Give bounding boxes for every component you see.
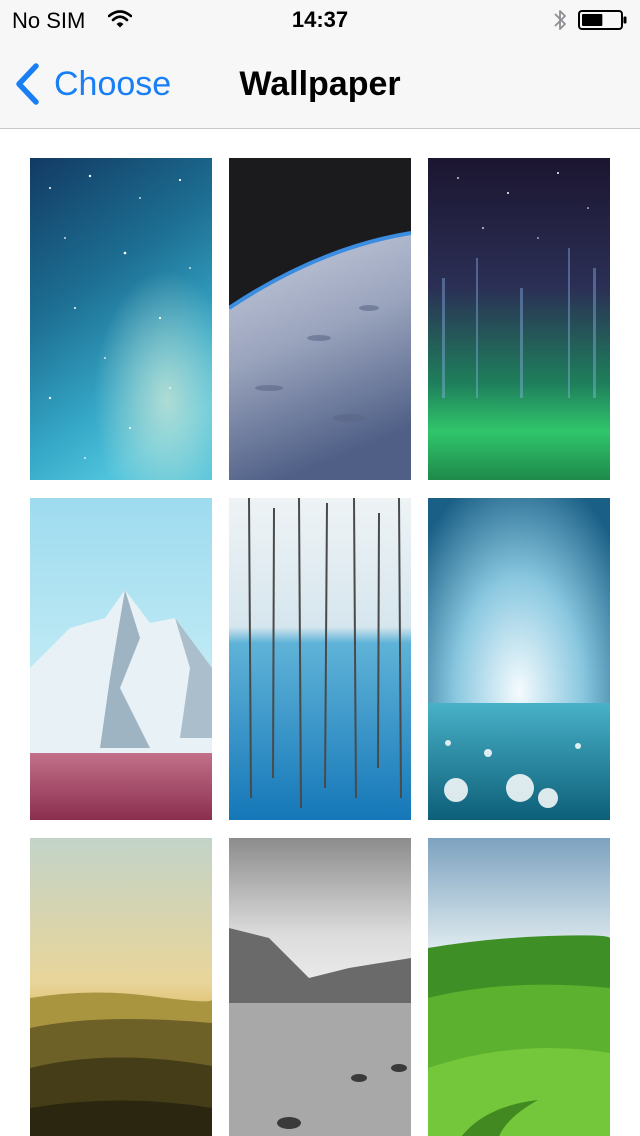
snowy-mountain-image	[30, 498, 212, 820]
status-bar: No SIM 14:37	[0, 0, 640, 40]
black-white-lake-image	[229, 838, 411, 1136]
wallpaper-thumb-ocean-bokeh[interactable]	[428, 498, 610, 820]
wallpaper-thumb-black-white-lake[interactable]	[229, 838, 411, 1136]
wallpaper-screen: No SIM 14:37 Choose Wallpaper	[0, 0, 640, 1136]
wallpaper-thumb-frozen-trees-lake[interactable]	[229, 498, 411, 820]
battery-icon	[578, 10, 627, 30]
wallpaper-thumb-green-hills[interactable]	[428, 838, 610, 1136]
green-hills-image	[428, 838, 610, 1136]
wallpaper-thumb-misty-hills-sunrise[interactable]	[30, 838, 212, 1136]
misty-hills-sunrise-image	[30, 838, 212, 1136]
page-title: Wallpaper	[239, 65, 401, 103]
wallpaper-thumb-aurora[interactable]	[428, 158, 610, 480]
frozen-trees-lake-image	[229, 498, 411, 820]
ocean-bokeh-image	[428, 498, 610, 820]
space-nebula-image	[30, 158, 212, 480]
earth-orbit-image	[229, 158, 411, 480]
aurora-image	[428, 158, 610, 480]
wallpaper-thumb-earth-orbit[interactable]	[229, 158, 411, 480]
wallpaper-thumb-snowy-mountain[interactable]	[30, 498, 212, 820]
wallpaper-thumb-space-nebula[interactable]	[30, 158, 212, 480]
bluetooth-icon	[554, 10, 566, 30]
navigation-bar: Choose Wallpaper	[0, 40, 640, 129]
status-time: 14:37	[291, 7, 349, 32]
